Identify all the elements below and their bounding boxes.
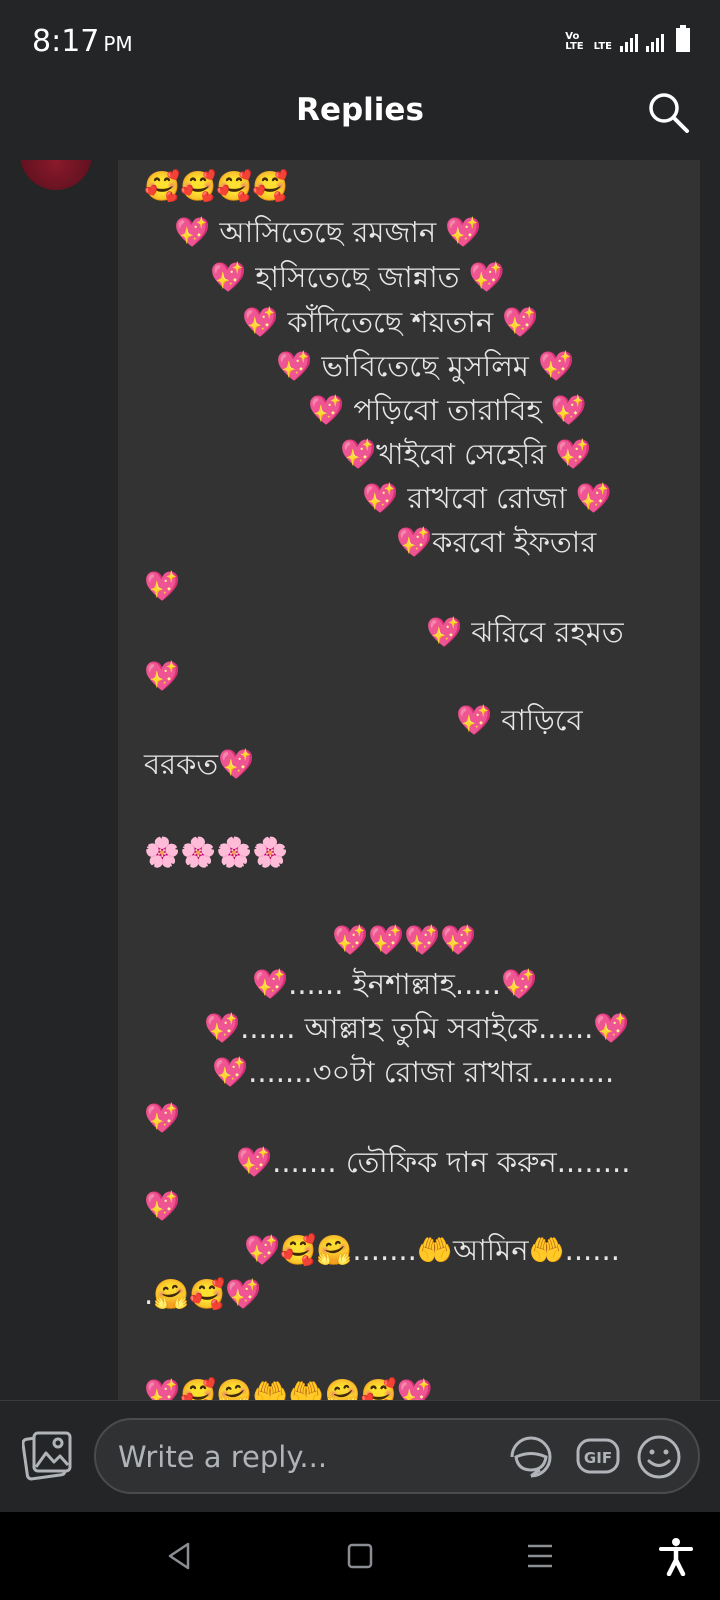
comment-line: 💖 পড়িবো তারাবিহ 💖 xyxy=(308,393,587,427)
comment-line: 💖 হাসিতেছে জান্নাত 💖 xyxy=(210,260,505,294)
comment-line: 💖 xyxy=(144,1189,181,1223)
lte-indicator: LTE xyxy=(593,41,612,52)
signal-icon xyxy=(620,34,638,52)
menu-lines-icon[interactable] xyxy=(520,1536,560,1576)
comment-line: 💖...... আল্লাহ তুমি সবাইকে......💖 xyxy=(204,1011,630,1045)
comment-line: 💖 বাড়িবে xyxy=(456,703,583,737)
header-mask xyxy=(0,80,118,160)
comment-line: 💖 xyxy=(144,659,181,693)
battery-icon xyxy=(676,25,690,52)
comment-line: 💖 xyxy=(144,569,181,603)
signal-icon-2 xyxy=(646,34,664,52)
gif-icon[interactable]: GIF xyxy=(576,1436,620,1476)
volte-indicator: Vo LTE xyxy=(565,31,584,52)
comment-line: 💖করবো ইফতার xyxy=(396,525,597,559)
comment-line: 💖🥰🤗🤲🤲🤗🥰💖 xyxy=(144,1377,433,1400)
comment-line: 💖 রাখবো রোজা 💖 xyxy=(362,481,612,515)
reply-input[interactable] xyxy=(116,1438,480,1476)
back-triangle-icon[interactable] xyxy=(160,1536,200,1576)
comment-line: 💖 আসিতেছে রমজান 💖 xyxy=(174,215,482,249)
gif-label: GIF xyxy=(584,1449,612,1467)
comment-line: 💖 ঝরিবে রহমত xyxy=(426,615,624,649)
comment-bubble[interactable]: 🥰🥰🥰🥰 💖 আসিতেছে রমজান 💖 💖 হাসিতেছে জান্না… xyxy=(118,160,700,1400)
reply-composer: GIF xyxy=(0,1400,720,1513)
status-time-value: 8:17 xyxy=(32,24,100,59)
comment-line: 💖 xyxy=(144,1101,181,1135)
home-square-icon[interactable] xyxy=(340,1536,380,1576)
status-time: 8:17 PM xyxy=(32,24,133,59)
photo-icon[interactable] xyxy=(22,1429,74,1481)
comment-line: 🌸🌸🌸🌸 xyxy=(144,835,289,869)
comment-line: .🤗🥰💖 xyxy=(144,1277,262,1311)
status-time-ampm: PM xyxy=(103,32,133,56)
status-icons: Vo LTE LTE xyxy=(565,25,690,52)
comment-line: 💖💖💖💖 xyxy=(332,923,477,957)
comment-line: 🥰🥰🥰🥰 xyxy=(144,169,289,203)
comment-line: বরকত💖 xyxy=(144,747,255,781)
search-icon[interactable] xyxy=(646,90,690,134)
comment-line: 💖...... ইনশাল্লাহ.....💖 xyxy=(252,967,538,1001)
comment-line: 💖.......৩০টা রোজা রাখার......... xyxy=(212,1055,615,1089)
comment-line: 💖🥰🤗.......🤲আমিন🤲...... xyxy=(244,1233,620,1267)
comment-line: 💖 ভাবিতেছে মুসলিম 💖 xyxy=(276,349,575,383)
comment-line: 💖 কাঁদিতেছে শয়তান 💖 xyxy=(242,305,539,339)
comment-line: 💖....... তৌফিক দান করুন........ xyxy=(236,1145,631,1179)
comment-line: 💖খাইবো সেহেরি 💖 xyxy=(340,437,592,471)
emoji-icon[interactable] xyxy=(636,1434,682,1480)
system-nav-bar xyxy=(0,1512,720,1600)
status-bar: 8:17 PM Vo LTE LTE xyxy=(0,0,720,80)
accessibility-icon[interactable] xyxy=(656,1536,696,1576)
reply-field-container[interactable]: GIF xyxy=(94,1418,700,1494)
sticker-icon[interactable] xyxy=(506,1432,556,1482)
